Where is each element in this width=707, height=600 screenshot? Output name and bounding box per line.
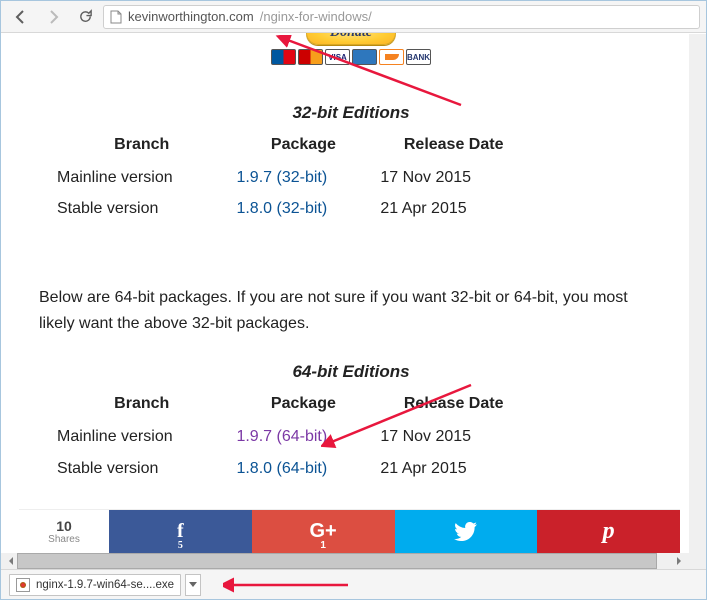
twitter-icon [454, 522, 478, 542]
branch-cell: Mainline version [57, 421, 236, 453]
bank-icon: BANK [406, 49, 431, 65]
share-googleplus[interactable]: G+ 1 [252, 510, 395, 553]
share-total-label: Shares [48, 534, 80, 545]
share-total: 10 [56, 518, 72, 534]
date-cell: 17 Nov 2015 [380, 421, 537, 453]
download-bar: nginx-1.9.7-win64-se....exe [1, 569, 706, 599]
share-pinterest[interactable]: p [537, 510, 680, 553]
chevron-down-icon [189, 582, 197, 587]
editions32-caption: 32-bit Editions [39, 99, 663, 126]
branch-cell: Stable version [57, 193, 236, 225]
exe-file-icon [16, 578, 30, 592]
pinterest-icon: p [603, 518, 615, 545]
col-branch: Branch [57, 128, 236, 162]
scrollbar-thumb[interactable] [17, 553, 657, 569]
browser-toolbar: kevinworthington.com/nginx-for-windows/ [1, 1, 706, 33]
url-path: /nginx-for-windows/ [260, 9, 372, 24]
page-icon [110, 10, 122, 24]
package-link[interactable]: 1.9.7 (32-bit) [236, 169, 327, 186]
col-package: Package [236, 128, 380, 162]
table-row: Mainline version 1.9.7 (64-bit) 17 Nov 2… [57, 421, 537, 453]
back-button[interactable] [7, 3, 35, 31]
table-header-row: Branch Package Release Date [57, 128, 537, 162]
donate-area: Donate VISA BANK [39, 33, 663, 65]
bit-note: Below are 64-bit packages. If you are no… [39, 285, 663, 336]
download-menu-button[interactable] [185, 574, 201, 596]
share-bar: 10 Shares f 5 G+ 1 p [19, 509, 680, 553]
vertical-scrollbar[interactable] [689, 34, 706, 569]
maestro-icon [271, 49, 296, 65]
arrow-right-icon [45, 9, 61, 25]
share-count: 10 Shares [19, 510, 109, 553]
forward-button[interactable] [39, 3, 67, 31]
url-host: kevinworthington.com [128, 9, 254, 24]
table-row: Stable version 1.8.0 (32-bit) 21 Apr 201… [57, 193, 537, 225]
amex-icon [352, 49, 377, 65]
annotation-arrow-icon [223, 575, 353, 595]
download-filename: nginx-1.9.7-win64-se....exe [36, 579, 174, 591]
table-row: Mainline version 1.9.7 (32-bit) 17 Nov 2… [57, 162, 537, 194]
col-package: Package [236, 387, 380, 421]
date-cell: 17 Nov 2015 [380, 162, 537, 194]
package-link[interactable]: 1.9.7 (64-bit) [236, 428, 327, 445]
page-content: Donate VISA BANK 32-bit Editions Branch … [19, 33, 683, 484]
table-header-row: Branch Package Release Date [57, 387, 537, 421]
url-bar[interactable]: kevinworthington.com/nginx-for-windows/ [103, 5, 700, 29]
share-facebook[interactable]: f 5 [109, 510, 252, 553]
visa-icon: VISA [325, 49, 350, 65]
branch-cell: Stable version [57, 453, 236, 485]
discover-icon [379, 49, 404, 65]
page-viewport: Donate VISA BANK 32-bit Editions Branch … [1, 33, 706, 553]
col-release: Release Date [380, 128, 537, 162]
donate-button[interactable]: Donate [306, 33, 396, 45]
editions64-caption: 64-bit Editions [39, 358, 663, 385]
editions64-table: Branch Package Release Date Mainline ver… [57, 387, 537, 484]
date-cell: 21 Apr 2015 [380, 193, 537, 225]
date-cell: 21 Apr 2015 [380, 453, 537, 485]
content-body: 32-bit Editions Branch Package Release D… [39, 99, 663, 484]
mastercard-icon [298, 49, 323, 65]
table-row: Stable version 1.8.0 (64-bit) 21 Apr 201… [57, 453, 537, 485]
horizontal-scrollbar[interactable] [1, 553, 689, 569]
branch-cell: Mainline version [57, 162, 236, 194]
credit-card-logos: VISA BANK [39, 49, 663, 65]
col-release: Release Date [380, 387, 537, 421]
package-link[interactable]: 1.8.0 (32-bit) [236, 200, 327, 217]
arrow-left-icon [13, 9, 29, 25]
reload-icon [78, 9, 93, 24]
share-twitter[interactable] [395, 510, 538, 553]
facebook-count: 5 [178, 540, 183, 551]
googleplus-count: 1 [320, 540, 326, 551]
download-item[interactable]: nginx-1.9.7-win64-se....exe [9, 574, 181, 596]
col-branch: Branch [57, 387, 236, 421]
package-link[interactable]: 1.8.0 (64-bit) [236, 460, 327, 477]
editions32-table: Branch Package Release Date Mainline ver… [57, 128, 537, 225]
reload-button[interactable] [71, 3, 99, 31]
